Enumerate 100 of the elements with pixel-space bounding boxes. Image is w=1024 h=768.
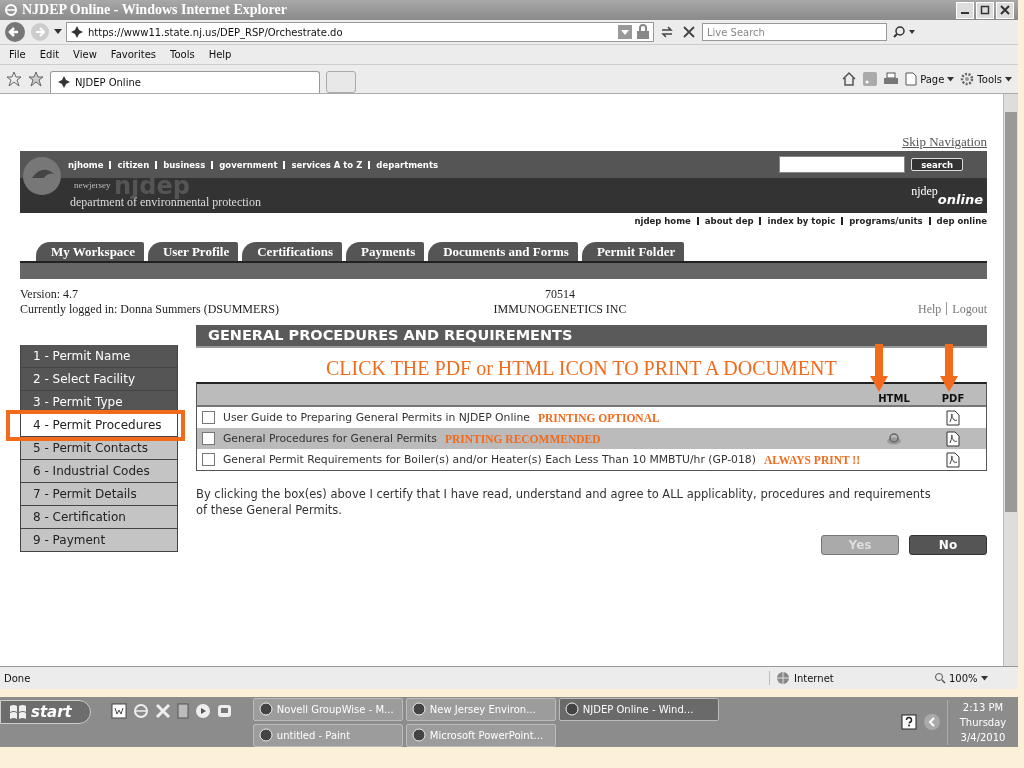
document-title: General Permit Requirements for Boiler(s) and/or Heater(s) Each Less Than 10 MMBTU/hr (GP-018) — [223, 453, 756, 466]
step-item[interactable]: 9 - Payment — [20, 529, 178, 552]
gear-icon — [960, 72, 975, 86]
back-icon[interactable] — [4, 21, 26, 43]
nav-link[interactable]: services A to Z — [291, 159, 363, 170]
document-title: General Procedures for General Permits — [223, 432, 437, 445]
section-heading: GENERAL PROCEDURES AND REQUIREMENTS — [196, 325, 987, 348]
start-button[interactable]: start — [0, 700, 91, 724]
column-header: PDF — [940, 393, 966, 404]
caret-icon — [947, 76, 955, 82]
maximize-icon — [980, 5, 990, 15]
page-icon — [905, 72, 918, 86]
checkbox[interactable] — [202, 411, 215, 424]
printer-icon[interactable] — [883, 71, 900, 87]
nav-link[interactable]: njhome — [68, 159, 104, 170]
tab[interactable]: My Workspace — [36, 242, 144, 261]
scrollbar[interactable] — [1003, 94, 1018, 666]
step-item[interactable]: 7 - Permit Details — [20, 483, 178, 506]
nav-link[interactable]: index by topic — [767, 216, 836, 226]
nav-link[interactable]: programs/units — [849, 216, 923, 226]
star-icon[interactable] — [28, 71, 44, 87]
zoom-control[interactable]: 100% — [934, 672, 1014, 684]
tab[interactable]: Permit Folder — [581, 242, 685, 261]
print-note: PRINTING OPTIONAL — [537, 411, 660, 424]
tab[interactable]: Payments — [346, 242, 425, 261]
tab[interactable]: User Profile — [147, 242, 239, 261]
html-icon[interactable] — [886, 431, 902, 446]
search-button[interactable]: search — [911, 158, 963, 171]
logged-in-text: Currently logged in: Donna Summers (DSUMMERS) — [20, 302, 280, 317]
app-icon — [411, 702, 426, 716]
certification-text: By clicking the box(es) above I certify that I have read, understand and agree to ALL applicablity, procedures and requirements of these General Permits. — [196, 486, 932, 518]
column-header: HTML — [877, 393, 911, 404]
help-link[interactable]: Help — [918, 302, 942, 317]
toolbar-button[interactable]: Page — [905, 72, 955, 86]
step-item[interactable]: 2 - Select Facility — [20, 368, 178, 391]
step-item[interactable]: 1 - Permit Name — [20, 345, 178, 368]
app-icon — [564, 702, 579, 716]
menu-item[interactable]: Edit — [32, 49, 67, 60]
checkbox[interactable] — [202, 453, 215, 466]
clock-time: 2:13 PM — [962, 700, 1004, 715]
dropdown-icon[interactable] — [54, 29, 62, 35]
account-number: 70514 — [545, 287, 575, 302]
close-icon — [1000, 5, 1010, 15]
nav-link[interactable]: citizen — [117, 159, 150, 170]
caret-icon — [1005, 76, 1012, 82]
globe-icon — [776, 671, 790, 685]
pdf-icon[interactable] — [946, 409, 960, 426]
nav-link[interactable]: njdep home — [634, 216, 691, 226]
chevron-icon[interactable] — [923, 713, 941, 731]
minimize-button[interactable] — [956, 1, 974, 19]
app-icon — [258, 702, 273, 716]
window-title: NJDEP Online - Windows Internet Explorer — [22, 2, 288, 18]
print-note: PRINTING RECOMMENDED — [444, 432, 601, 445]
tab[interactable]: Certifications — [242, 242, 343, 261]
instruction-text: CLICK THE PDF or HTML ICON TO PRINT A DOCUMENT — [326, 357, 837, 379]
nav-link[interactable]: about dep — [704, 216, 754, 226]
logo-state: newjersey — [74, 180, 111, 190]
browser-icon[interactable] — [132, 703, 149, 719]
nav-link[interactable]: government — [219, 159, 278, 170]
toolbar-button[interactable]: Tools — [960, 72, 1012, 86]
browser-tab[interactable]: NJDEP Online — [50, 70, 320, 93]
windows-flag-icon — [9, 704, 27, 720]
taskbar-button[interactable]: NJDEP Online - Wind... — [558, 697, 719, 721]
status-text: Done — [4, 672, 31, 684]
action-button[interactable]: No — [909, 535, 987, 555]
nav-link[interactable]: departments — [376, 159, 439, 170]
home-icon[interactable] — [841, 71, 858, 87]
zone-text: Internet — [794, 672, 834, 684]
pdf-icon[interactable] — [946, 451, 960, 468]
document-title: User Guide to Preparing General Permits in NJDEP Online — [223, 411, 530, 424]
maximize-button[interactable] — [976, 1, 994, 19]
menu-item[interactable]: File — [2, 49, 33, 60]
company-name: IMMUNOGENETICS INC — [493, 302, 627, 317]
media-player-icon[interactable] — [194, 703, 211, 719]
nav-link[interactable]: dep online — [936, 216, 987, 226]
nav-link[interactable]: business — [163, 159, 206, 170]
document-icon[interactable] — [110, 703, 127, 719]
menu-item[interactable]: Tools — [163, 49, 202, 60]
lock-icon — [636, 24, 650, 40]
clock-day: Thursday — [959, 714, 1007, 730]
checkbox[interactable] — [202, 432, 215, 445]
skip-navigation-link[interactable]: Skip Navigation — [902, 134, 987, 149]
brand-suffix: online — [937, 192, 983, 207]
tab[interactable]: Documents and Forms — [428, 242, 578, 261]
search-field[interactable] — [779, 156, 906, 173]
site-icon — [57, 75, 71, 89]
star-icon[interactable] — [6, 71, 22, 87]
seal-icon — [22, 156, 62, 196]
pdf-icon[interactable] — [946, 430, 960, 447]
step-item[interactable]: 4 - Permit Procedures — [20, 414, 178, 437]
address-field[interactable]: https://www11.state.nj.us/DEP_RSP/Orchestrate.do — [66, 22, 654, 42]
help-icon[interactable] — [901, 714, 917, 730]
search-field[interactable]: Live Search — [702, 23, 887, 41]
close-button[interactable] — [996, 1, 1014, 19]
logout-link[interactable]: Logout — [952, 302, 987, 317]
menu-item[interactable]: Favorites — [103, 49, 163, 60]
menu-item[interactable]: View — [66, 49, 104, 60]
step-item[interactable]: 6 - Industrial Codes — [20, 460, 178, 483]
step-item[interactable]: 8 - Certification — [20, 506, 178, 529]
menu-item[interactable]: Help — [201, 49, 239, 60]
